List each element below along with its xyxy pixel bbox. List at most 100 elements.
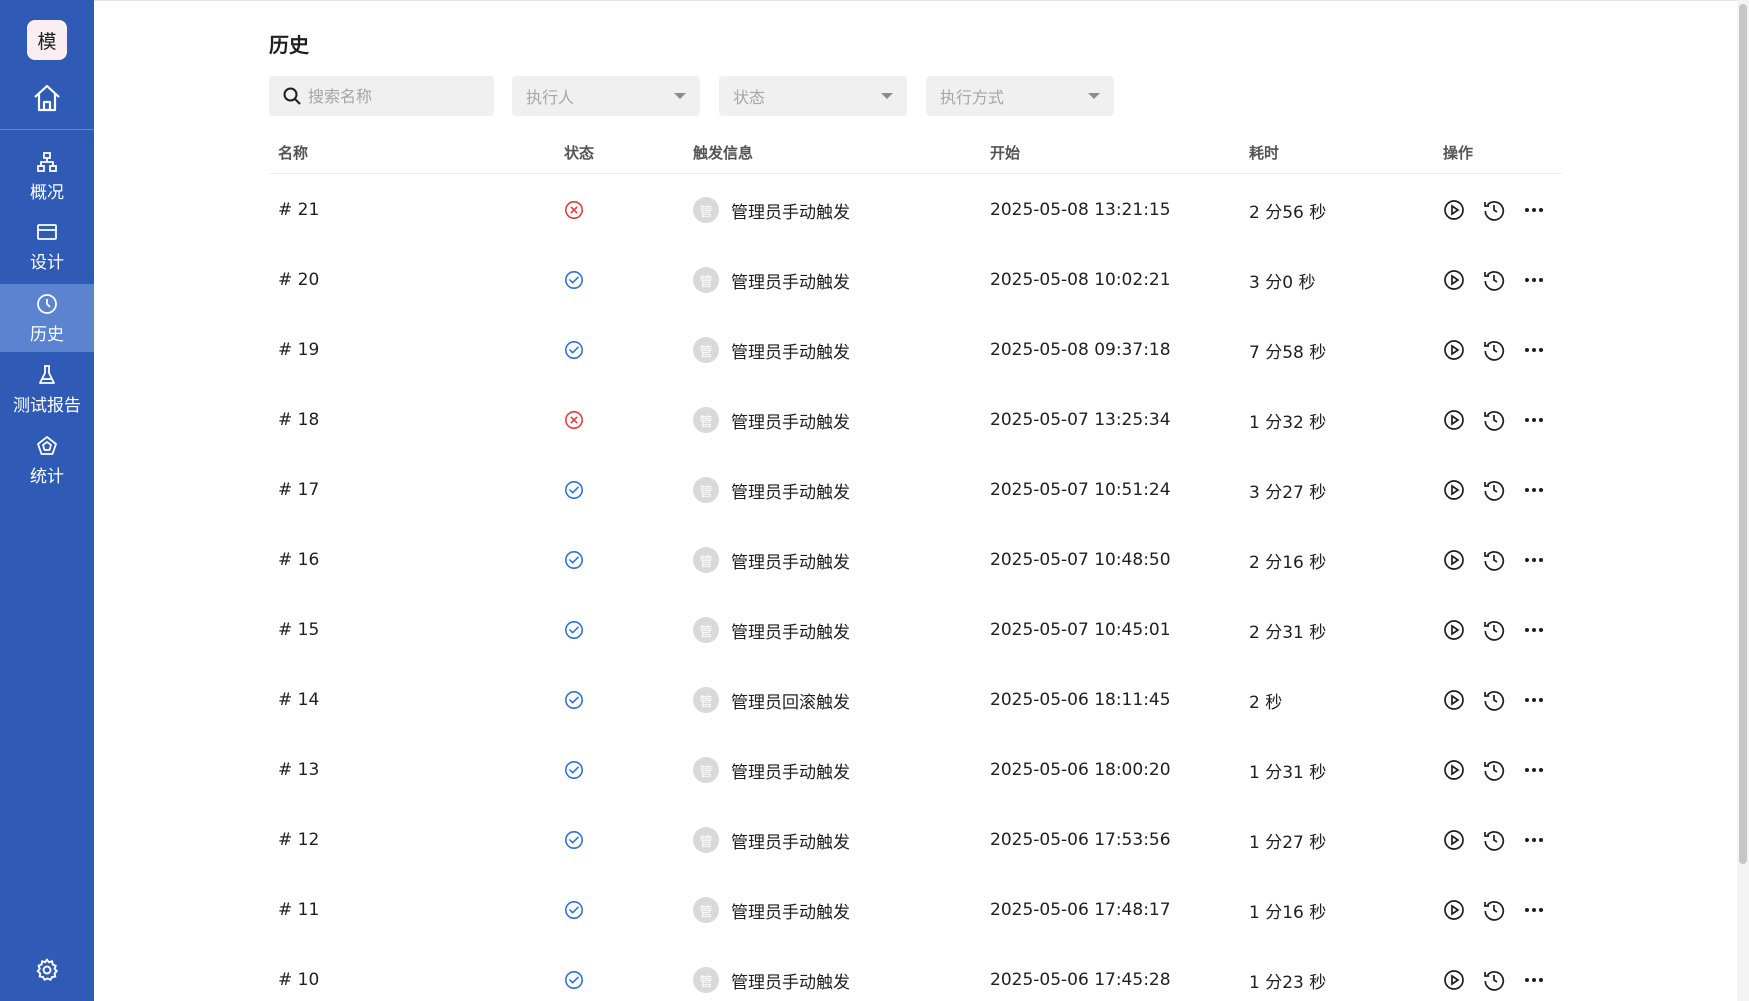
caret-down-icon xyxy=(674,93,686,99)
table-row[interactable]: # 13 管 管理员手动触发 2025-05-06 18:00:20 1 分31… xyxy=(269,735,1562,805)
trigger-text: 管理员手动触发 xyxy=(731,412,850,433)
status-cell xyxy=(564,525,584,595)
more-button[interactable] xyxy=(1522,688,1546,712)
more-button[interactable] xyxy=(1522,618,1546,642)
sidebar-divider xyxy=(0,129,94,130)
run-name[interactable]: # 17 xyxy=(278,455,319,525)
more-button[interactable] xyxy=(1522,898,1546,922)
run-name[interactable]: # 19 xyxy=(278,315,319,385)
play-button[interactable] xyxy=(1442,548,1466,572)
sidebar-item-statistics[interactable]: 统计 xyxy=(0,426,94,494)
trigger-text: 管理员手动触发 xyxy=(731,972,850,993)
play-button[interactable] xyxy=(1442,968,1466,992)
sidebar-item-history[interactable]: 历史 xyxy=(0,284,94,352)
settings-button[interactable] xyxy=(0,950,94,990)
play-button[interactable] xyxy=(1442,408,1466,432)
play-button[interactable] xyxy=(1442,338,1466,362)
more-button[interactable] xyxy=(1522,758,1546,782)
scrollbar[interactable] xyxy=(1737,0,1749,1001)
history-button[interactable] xyxy=(1482,548,1506,572)
history-button[interactable] xyxy=(1482,198,1506,222)
run-name[interactable]: # 13 xyxy=(278,735,319,805)
play-button[interactable] xyxy=(1442,618,1466,642)
search-box[interactable] xyxy=(269,76,494,116)
actions-cell xyxy=(1442,245,1562,315)
sidebar-item-overview[interactable]: 概况 xyxy=(0,142,94,210)
sidebar-item-test-report[interactable]: 测试报告 xyxy=(0,355,94,423)
method-select[interactable]: 执行方式 xyxy=(926,76,1114,116)
play-button[interactable] xyxy=(1442,478,1466,502)
more-button[interactable] xyxy=(1522,968,1546,992)
table-row[interactable]: # 15 管 管理员手动触发 2025-05-07 10:45:01 2 分31… xyxy=(269,595,1562,665)
table-row[interactable]: # 11 管 管理员手动触发 2025-05-06 17:48:17 1 分16… xyxy=(269,875,1562,945)
executor-select[interactable]: 执行人 xyxy=(512,76,700,116)
run-name[interactable]: # 20 xyxy=(278,245,319,315)
table-row[interactable]: # 18 管 管理员手动触发 2025-05-07 13:25:34 1 分32… xyxy=(269,385,1562,455)
table-row[interactable]: # 10 管 管理员手动触发 2025-05-06 17:45:28 1 分23… xyxy=(269,945,1562,1001)
table-row[interactable]: # 14 管 管理员回滚触发 2025-05-06 18:11:45 2 秒 xyxy=(269,665,1562,735)
run-name[interactable]: # 21 xyxy=(278,175,319,245)
history-button[interactable] xyxy=(1482,898,1506,922)
gear-icon xyxy=(36,958,59,981)
play-button[interactable] xyxy=(1442,898,1466,922)
history-button[interactable] xyxy=(1482,268,1506,292)
history-button[interactable] xyxy=(1482,618,1506,642)
more-icon xyxy=(1525,278,1543,282)
column-header-duration[interactable]: 耗时 xyxy=(1249,142,1279,163)
history-button[interactable] xyxy=(1482,688,1506,712)
top-border xyxy=(94,0,1737,1)
history-button[interactable] xyxy=(1482,478,1506,502)
column-header-name[interactable]: 名称 xyxy=(278,142,308,163)
run-name[interactable]: # 10 xyxy=(278,945,319,1001)
history-button[interactable] xyxy=(1482,968,1506,992)
column-header-status[interactable]: 状态 xyxy=(564,142,594,163)
start-time: 2025-05-08 13:21:15 xyxy=(990,200,1171,220)
sidebar-item-label: 设计 xyxy=(30,252,64,273)
run-name[interactable]: # 16 xyxy=(278,525,319,595)
scrollbar-thumb[interactable] xyxy=(1739,4,1747,864)
table-row[interactable]: # 12 管 管理员手动触发 2025-05-06 17:53:56 1 分27… xyxy=(269,805,1562,875)
play-button[interactable] xyxy=(1442,688,1466,712)
table-row[interactable]: # 20 管 管理员手动触发 2025-05-08 10:02:21 3 分0 … xyxy=(269,245,1562,315)
trigger-cell: 管 管理员回滚触发 xyxy=(693,665,850,735)
search-input[interactable] xyxy=(308,86,488,106)
sidebar-item-design[interactable]: 设计 xyxy=(0,212,94,280)
more-button[interactable] xyxy=(1522,198,1546,222)
home-button[interactable] xyxy=(0,74,94,122)
run-name[interactable]: # 18 xyxy=(278,385,319,455)
play-circle-icon xyxy=(1444,480,1464,500)
column-header-trigger[interactable]: 触发信息 xyxy=(693,142,753,163)
more-button[interactable] xyxy=(1522,338,1546,362)
more-button[interactable] xyxy=(1522,478,1546,502)
status-cell xyxy=(564,735,584,805)
more-button[interactable] xyxy=(1522,408,1546,432)
history-button[interactable] xyxy=(1482,828,1506,852)
play-button[interactable] xyxy=(1442,198,1466,222)
more-button[interactable] xyxy=(1522,548,1546,572)
card-icon xyxy=(35,220,59,244)
duration: 2 分16 秒 xyxy=(1249,552,1327,573)
table-row[interactable]: # 19 管 管理员手动触发 2025-05-08 09:37:18 7 分58… xyxy=(269,315,1562,385)
history-button[interactable] xyxy=(1482,338,1506,362)
play-circle-icon xyxy=(1444,200,1464,220)
table-row[interactable]: # 16 管 管理员手动触发 2025-05-07 10:48:50 2 分16… xyxy=(269,525,1562,595)
run-name[interactable]: # 11 xyxy=(278,875,319,945)
play-button[interactable] xyxy=(1442,828,1466,852)
status-cell xyxy=(564,665,584,735)
status-select[interactable]: 状态 xyxy=(719,76,907,116)
run-name[interactable]: # 15 xyxy=(278,595,319,665)
history-button[interactable] xyxy=(1482,408,1506,432)
run-name[interactable]: # 12 xyxy=(278,805,319,875)
trigger-text: 管理员手动触发 xyxy=(731,832,850,853)
more-button[interactable] xyxy=(1522,268,1546,292)
play-button[interactable] xyxy=(1442,758,1466,782)
app-logo[interactable]: 模 xyxy=(27,20,67,60)
table-row[interactable]: # 17 管 管理员手动触发 2025-05-07 10:51:24 3 分27… xyxy=(269,455,1562,525)
play-button[interactable] xyxy=(1442,268,1466,292)
history-button[interactable] xyxy=(1482,758,1506,782)
duration: 2 分31 秒 xyxy=(1249,622,1327,643)
table-row[interactable]: # 21 管 管理员手动触发 2025-05-08 13:21:15 2 分56… xyxy=(269,175,1562,245)
column-header-start[interactable]: 开始 xyxy=(990,142,1020,163)
more-button[interactable] xyxy=(1522,828,1546,852)
run-name[interactable]: # 14 xyxy=(278,665,319,735)
